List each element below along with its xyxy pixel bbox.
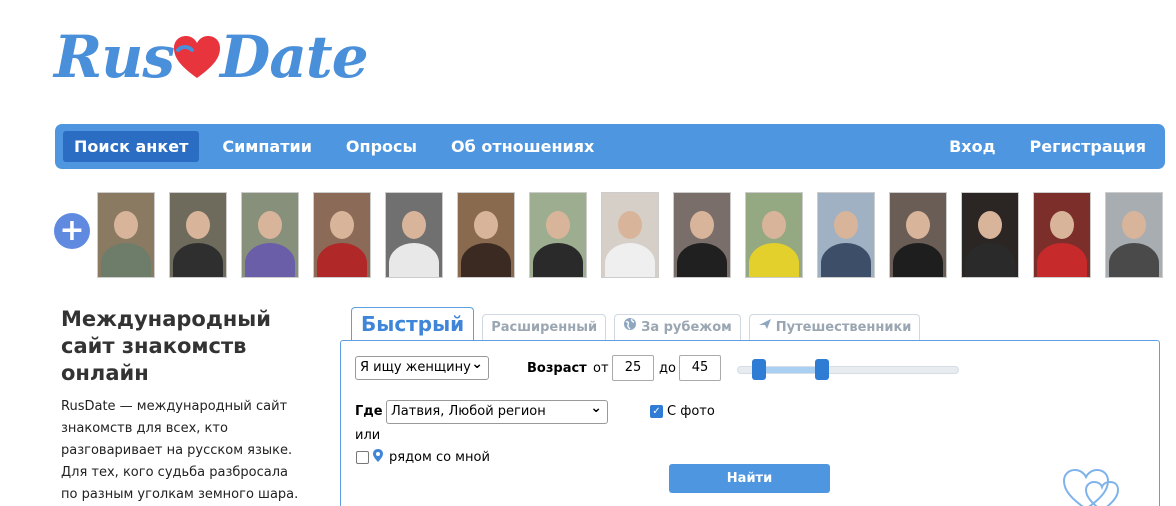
tab-travelers-label: Путешественники: [775, 320, 912, 335]
profile-photo-thumbnail[interactable]: [673, 192, 731, 278]
plane-icon: [758, 315, 772, 340]
person-body: [101, 243, 151, 277]
person-body: [461, 243, 511, 277]
person-body: [749, 243, 799, 277]
find-button[interactable]: Найти: [669, 464, 830, 493]
nav-right-group: Вход Регистрация: [926, 131, 1157, 162]
person-body: [965, 243, 1015, 277]
person-body: [605, 243, 655, 277]
profile-photo-thumbnail[interactable]: [313, 192, 371, 278]
tab-travelers[interactable]: Путешественники: [748, 314, 921, 340]
person-head: [114, 211, 138, 240]
tab-quick-label: Быстрый: [361, 312, 465, 336]
profile-photo-thumbnail[interactable]: [529, 192, 587, 278]
location-select[interactable]: Латвия, Любой регион: [386, 397, 608, 424]
age-slider-range: [758, 367, 822, 373]
tab-abroad[interactable]: За рубежом: [614, 314, 741, 340]
tab-quick[interactable]: Быстрый: [351, 307, 475, 340]
intro-title: Международный сайт знакомств онлайн: [61, 307, 271, 385]
globe-icon: [623, 315, 637, 340]
person-head: [762, 211, 786, 240]
person-body: [821, 243, 871, 277]
profile-photo-thumbnail[interactable]: [601, 192, 659, 278]
heart-logo-icon: [172, 34, 222, 80]
profile-photo-thumbnail[interactable]: [169, 192, 227, 278]
person-head: [546, 211, 570, 240]
nav-item-likes[interactable]: Симпатии: [211, 131, 323, 162]
person-head: [1050, 211, 1074, 240]
person-head: [474, 211, 498, 240]
nav-item-search[interactable]: Поиск анкет: [63, 131, 200, 162]
add-photo-button[interactable]: +: [54, 213, 90, 249]
age-from-input[interactable]: 25: [612, 355, 654, 381]
profile-photo-strip: [97, 192, 1176, 278]
person-head: [690, 211, 714, 240]
person-head: [1122, 211, 1146, 240]
with-photo-checkbox[interactable]: ✓: [650, 405, 663, 418]
person-body: [1037, 243, 1087, 277]
person-body: [1109, 243, 1159, 277]
person-body: [389, 243, 439, 277]
age-label: Возраст: [527, 361, 587, 376]
person-body: [317, 243, 367, 277]
nav-item-register[interactable]: Регистрация: [1019, 131, 1158, 162]
profile-photo-thumbnail[interactable]: [1105, 192, 1163, 278]
hearts-decoration-icon: [1062, 468, 1120, 506]
nav-left-group: Поиск анкет Симпатии Опросы Об отношения…: [63, 131, 617, 162]
with-photo-label: С фото: [667, 404, 715, 419]
logo-text-date: Date: [220, 23, 369, 91]
person-head: [330, 211, 354, 240]
person-body: [677, 243, 727, 277]
tab-abroad-label: За рубежом: [641, 320, 732, 335]
person-head: [402, 211, 426, 240]
profile-photo-thumbnail[interactable]: [961, 192, 1019, 278]
age-slider-max-handle[interactable]: [815, 359, 829, 380]
person-body: [173, 243, 223, 277]
or-label: или: [355, 428, 381, 443]
nearby-checkbox[interactable]: [356, 451, 369, 464]
seeking-select[interactable]: Я ищу женщину: [355, 353, 489, 380]
logo-text-rus: Rus: [54, 23, 175, 91]
intro-text: RusDate — международный сайт знакомств д…: [61, 399, 299, 502]
site-logo[interactable]: Rus Date: [54, 22, 369, 92]
person-head: [978, 211, 1002, 240]
tab-advanced-label: Расширенный: [491, 320, 598, 335]
age-to-input[interactable]: 45: [679, 355, 721, 381]
person-body: [245, 243, 295, 277]
age-to-label: до: [659, 361, 676, 376]
profile-photo-thumbnail[interactable]: [745, 192, 803, 278]
profile-photo-thumbnail[interactable]: [457, 192, 515, 278]
person-body: [893, 243, 943, 277]
profile-photo-thumbnail[interactable]: [1033, 192, 1091, 278]
main-nav: Поиск анкет Симпатии Опросы Об отношения…: [55, 124, 1165, 169]
age-from-label: от: [593, 361, 609, 376]
search-tabs: Быстрый Расширенный За рубежом Путешеств…: [351, 307, 928, 340]
nearby-label: рядом со мной: [389, 450, 490, 465]
person-head: [186, 211, 210, 240]
profile-photo-thumbnail[interactable]: [889, 192, 947, 278]
profile-photo-thumbnail[interactable]: [241, 192, 299, 278]
age-slider-min-handle[interactable]: [752, 359, 766, 380]
profile-photo-thumbnail[interactable]: [817, 192, 875, 278]
nav-item-login[interactable]: Вход: [938, 131, 1006, 162]
profile-photo-thumbnail[interactable]: [385, 192, 443, 278]
person-body: [533, 243, 583, 277]
profile-photo-thumbnail[interactable]: [97, 192, 155, 278]
nav-item-polls[interactable]: Опросы: [335, 131, 428, 162]
nav-item-relationships[interactable]: Об отношениях: [440, 131, 605, 162]
person-head: [834, 211, 858, 240]
tab-advanced[interactable]: Расширенный: [482, 314, 607, 340]
person-head: [258, 211, 282, 240]
person-head: [618, 211, 642, 240]
where-label: Где: [355, 404, 383, 419]
location-pin-icon: [373, 449, 383, 462]
person-head: [906, 211, 930, 240]
